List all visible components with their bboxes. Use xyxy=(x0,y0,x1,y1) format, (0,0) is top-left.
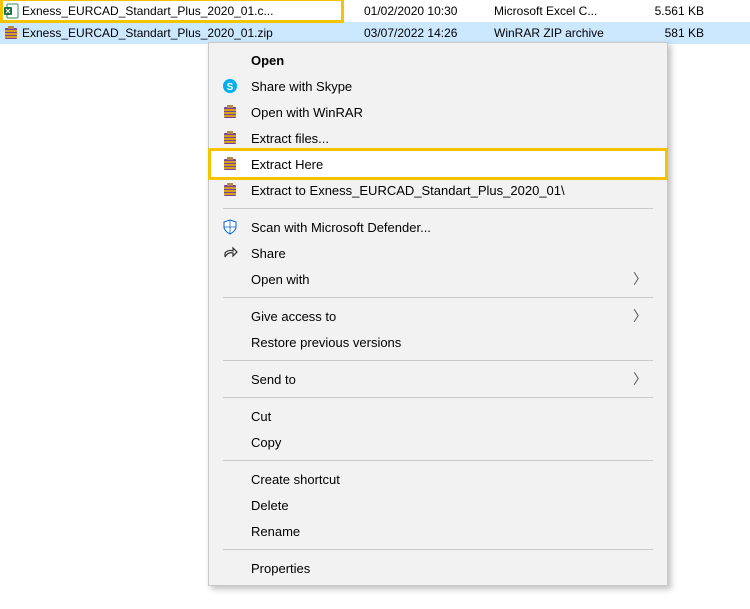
winrar-icon xyxy=(217,156,243,172)
menu-label: Extract files... xyxy=(243,131,647,146)
menu-label: Share xyxy=(243,246,647,261)
context-menu: Open S Share with Skype Open with WinRAR… xyxy=(208,42,668,586)
file-list: Exness_EURCAD_Standart_Plus_2020_01.c...… xyxy=(0,0,750,44)
file-size: 581 KB xyxy=(624,26,714,40)
file-size: 5.561 KB xyxy=(624,4,714,18)
menu-share-skype[interactable]: S Share with Skype xyxy=(211,73,665,99)
menu-label: Extract Here xyxy=(243,157,647,172)
menu-create-shortcut[interactable]: Create shortcut xyxy=(211,466,665,492)
file-type: WinRAR ZIP archive xyxy=(484,26,624,40)
menu-separator xyxy=(223,208,653,209)
menu-label: Open with xyxy=(217,272,633,287)
menu-label: Create shortcut xyxy=(217,472,647,487)
menu-share[interactable]: Share xyxy=(211,240,665,266)
winrar-icon xyxy=(217,104,243,120)
chevron-right-icon: 〉 xyxy=(633,269,647,289)
menu-extract-files[interactable]: Extract files... xyxy=(211,125,665,151)
chevron-right-icon: 〉 xyxy=(633,306,647,326)
menu-extract-here[interactable]: Extract Here xyxy=(211,151,665,177)
file-type: Microsoft Excel C... xyxy=(484,4,624,18)
menu-label: Give access to xyxy=(217,309,633,324)
menu-separator xyxy=(223,360,653,361)
menu-separator xyxy=(223,397,653,398)
menu-separator xyxy=(223,297,653,298)
menu-restore-versions[interactable]: Restore previous versions xyxy=(211,329,665,355)
menu-cut[interactable]: Cut xyxy=(211,403,665,429)
winrar-icon xyxy=(217,182,243,198)
menu-rename[interactable]: Rename xyxy=(211,518,665,544)
menu-separator xyxy=(223,549,653,550)
defender-shield-icon xyxy=(217,219,243,235)
menu-label: Cut xyxy=(217,409,647,424)
chevron-right-icon: 〉 xyxy=(633,369,647,389)
menu-scan-defender[interactable]: Scan with Microsoft Defender... xyxy=(211,214,665,240)
menu-label: Share with Skype xyxy=(243,79,647,94)
menu-label: Scan with Microsoft Defender... xyxy=(243,220,647,235)
menu-label: Restore previous versions xyxy=(217,335,647,350)
menu-label: Open xyxy=(243,53,647,68)
winrar-icon xyxy=(217,130,243,146)
menu-properties[interactable]: Properties xyxy=(211,555,665,581)
menu-separator xyxy=(223,460,653,461)
menu-label: Delete xyxy=(217,498,647,513)
menu-label: Send to xyxy=(217,372,633,387)
menu-open-winrar[interactable]: Open with WinRAR xyxy=(211,99,665,125)
skype-icon: S xyxy=(217,78,243,94)
share-icon xyxy=(217,245,243,261)
menu-give-access[interactable]: Give access to 〉 xyxy=(211,303,665,329)
file-row[interactable]: Exness_EURCAD_Standart_Plus_2020_01.zip … xyxy=(0,22,750,44)
menu-extract-to[interactable]: Extract to Exness_EURCAD_Standart_Plus_2… xyxy=(211,177,665,203)
excel-icon xyxy=(2,3,20,19)
menu-label: Properties xyxy=(217,561,647,576)
menu-delete[interactable]: Delete xyxy=(211,492,665,518)
menu-label: Rename xyxy=(217,524,647,539)
winrar-icon xyxy=(2,25,20,41)
file-row[interactable]: Exness_EURCAD_Standart_Plus_2020_01.c...… xyxy=(0,0,750,22)
file-date: 01/02/2020 10:30 xyxy=(344,4,484,18)
menu-open-with[interactable]: Open with 〉 xyxy=(211,266,665,292)
menu-label: Extract to Exness_EURCAD_Standart_Plus_2… xyxy=(243,183,647,198)
menu-open[interactable]: Open xyxy=(211,47,665,73)
menu-label: Open with WinRAR xyxy=(243,105,647,120)
file-name: Exness_EURCAD_Standart_Plus_2020_01.c... xyxy=(20,4,344,18)
file-date: 03/07/2022 14:26 xyxy=(344,26,484,40)
menu-copy[interactable]: Copy xyxy=(211,429,665,455)
svg-text:S: S xyxy=(227,82,234,93)
menu-send-to[interactable]: Send to 〉 xyxy=(211,366,665,392)
file-name: Exness_EURCAD_Standart_Plus_2020_01.zip xyxy=(20,26,344,40)
menu-label: Copy xyxy=(217,435,647,450)
